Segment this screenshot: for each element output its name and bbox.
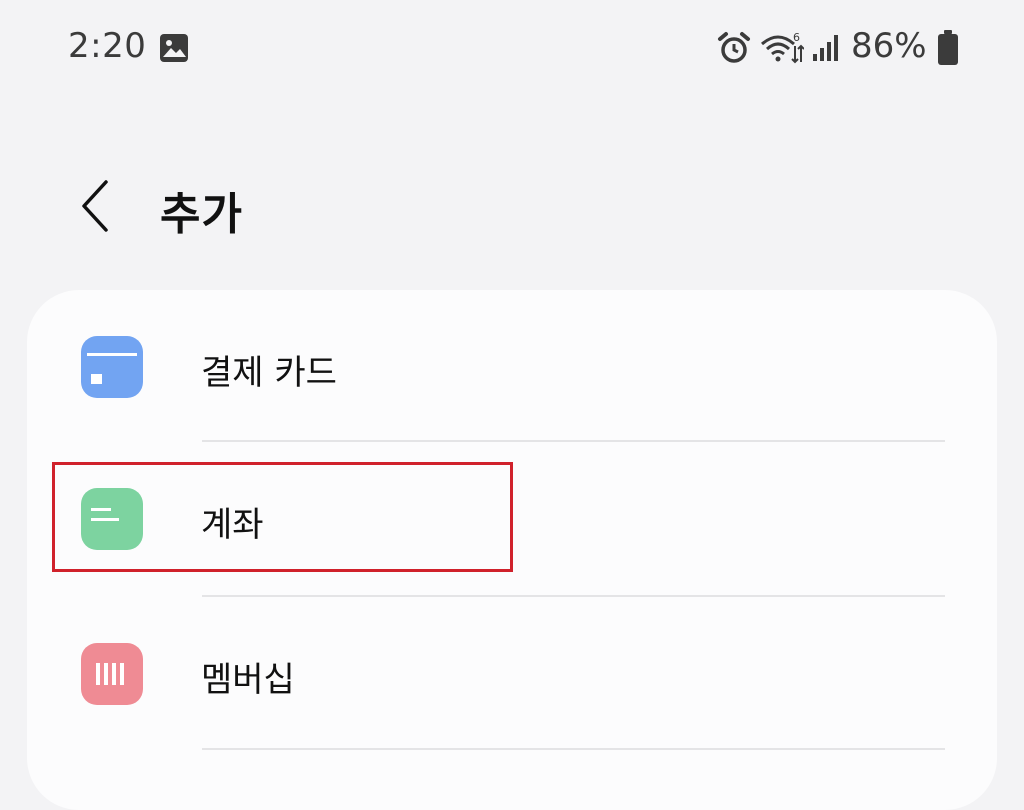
- list-item-bank-account[interactable]: 계좌: [27, 442, 997, 594]
- bank-account-icon: [81, 488, 143, 550]
- list-item-payment-card[interactable]: 결제 카드: [27, 290, 997, 442]
- alarm-icon: [718, 32, 750, 63]
- payment-card-icon: [81, 336, 143, 398]
- list-item-label: 결제 카드: [201, 353, 337, 393]
- list-item-membership[interactable]: 멤버십: [27, 597, 997, 749]
- battery-icon: [938, 30, 958, 65]
- status-bar: 2:20 6 86%: [0, 0, 1024, 100]
- gallery-notification-icon: [160, 34, 188, 62]
- wifi-icon: 6: [761, 31, 804, 64]
- page-title: 추가: [160, 189, 243, 240]
- signal-strength-icon: [813, 35, 838, 61]
- list-item-label: 멤버십: [201, 660, 295, 700]
- add-options-list: 결제 카드 계좌 멤버십: [27, 290, 997, 810]
- network-label: 6: [793, 31, 800, 44]
- membership-barcode-icon: [81, 643, 143, 705]
- back-button[interactable]: [70, 173, 120, 239]
- battery-percent: 86%: [851, 26, 927, 66]
- divider: [202, 748, 945, 750]
- status-time: 2:20: [68, 26, 147, 66]
- list-item-label: 계좌: [201, 505, 264, 545]
- chevron-left-icon: [82, 180, 108, 232]
